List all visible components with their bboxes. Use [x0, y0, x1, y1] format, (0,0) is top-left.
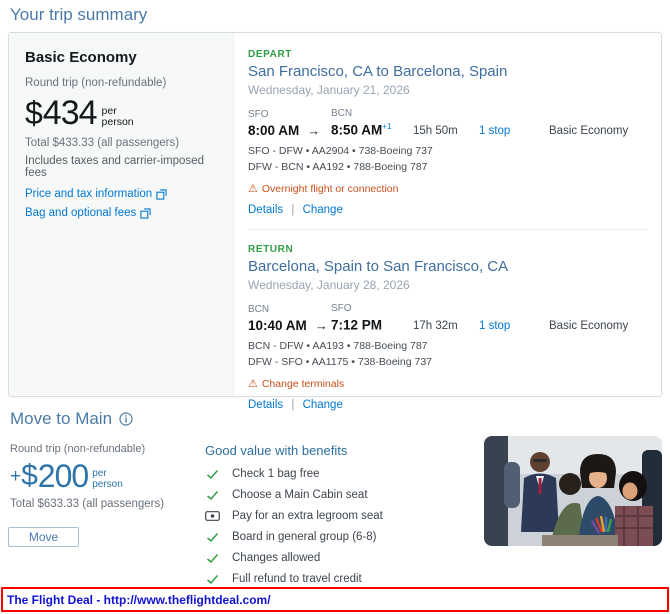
price-amount: 434: [42, 94, 98, 132]
upsell-price: + $ 200 per person: [10, 458, 205, 494]
benefit-item: Check 1 bag free: [205, 468, 472, 480]
fare-includes-note: Includes taxes and carrier-imposed fees: [25, 155, 204, 180]
fare-panel: Basic Economy Round trip (non-refundable…: [9, 33, 234, 396]
flights-panel: DEPART San Francisco, CA to Barcelona, S…: [234, 33, 661, 411]
flight-deal-link[interactable]: The Flight Deal - http://www.theflightde…: [7, 593, 271, 607]
info-icon[interactable]: [119, 412, 133, 426]
cabin-name: Basic Economy: [549, 124, 629, 137]
slice-direction-label: RETURN: [248, 244, 294, 256]
move-to-main-section: Move to Main Round trip (non-refundable)…: [8, 409, 662, 594]
flight-warning: ⚠ Overnight flight or connection: [248, 182, 399, 196]
arrive-time: 8:50 AM: [331, 122, 383, 138]
arrive-airport-code: SFO: [331, 303, 352, 315]
plus-sign: +: [10, 466, 22, 487]
stops-link[interactable]: 1 stop: [479, 320, 510, 332]
segment-list: SFO - DFW • AA2904 • 738-Boeing 737 DFW …: [248, 143, 647, 176]
flight-slice-depart: DEPART San Francisco, CA to Barcelona, S…: [248, 49, 647, 216]
money-icon: [205, 511, 220, 521]
currency-symbol: $: [25, 95, 43, 131]
benefit-item: Full refund to travel credit: [205, 573, 472, 585]
check-icon: [207, 490, 219, 500]
benefit-item: Pay for an extra legroom seat: [205, 510, 472, 522]
popup-window-icon: [140, 208, 151, 219]
link-separator: |: [291, 204, 295, 217]
deal-banner: The Flight Deal - http://www.theflightde…: [1, 587, 669, 612]
benefit-item: Changes allowed: [205, 552, 472, 564]
slice-date: Wednesday, January 21, 2026: [248, 83, 410, 97]
per-person-label: per person: [92, 468, 123, 490]
slice-date: Wednesday, January 28, 2026: [248, 278, 410, 293]
check-icon: [207, 469, 219, 479]
currency-symbol: $: [21, 459, 38, 492]
arrow-right-icon: →: [314, 317, 328, 333]
segment-line: SFO - DFW • AA2904 • 738-Boeing 737: [248, 144, 433, 157]
flight-summary-row: SFO 8:00 AM → BCN 8:50 AM+1 15h 50m 1 sto…: [248, 108, 647, 138]
cabin-photo: [484, 436, 662, 546]
flight-duration: 15h 50m: [413, 124, 458, 137]
benefits-panel: Good value with benefits Check 1 bag fre…: [205, 443, 472, 594]
benefits-title: Good value with benefits: [205, 443, 348, 458]
depart-time: 10:40 AM: [248, 317, 307, 333]
slice-divider: [248, 229, 647, 231]
warning-icon: ⚠: [248, 182, 258, 195]
depart-airport-code: SFO: [248, 108, 269, 120]
move-button[interactable]: Move: [8, 527, 79, 548]
trip-summary-card: Basic Economy Round trip (non-refundable…: [8, 32, 662, 411]
fare-name: Basic Economy: [25, 49, 137, 66]
segment-line: BCN - DFW • AA193 • 788-Boeing 787: [248, 339, 428, 352]
upsell-total: Total $633.33 (all passengers): [10, 498, 165, 511]
flight-warning: ⚠ Change terminals: [248, 377, 345, 391]
segment-line: DFW - SFO • AA1175 • 738-Boeing 737: [248, 355, 432, 368]
check-icon: [207, 553, 219, 563]
details-link[interactable]: Details: [248, 204, 283, 216]
popup-window-icon: [156, 189, 167, 200]
arrive-airport-code: BCN: [331, 108, 353, 119]
segment-list: BCN - DFW • AA193 • 788-Boeing 787 DFW -…: [248, 338, 647, 371]
fare-price: $ 434 per person: [25, 94, 217, 132]
per-person-label: per person: [101, 105, 134, 129]
slice-route: San Francisco, CA to Barcelona, Spain: [248, 63, 508, 80]
benefit-item: Choose a Main Cabin seat: [205, 489, 472, 501]
check-icon: [207, 574, 219, 584]
upsell-price-panel: Round trip (non-refundable) + $ 200 per …: [8, 443, 205, 594]
cabin-name: Basic Economy: [549, 319, 629, 332]
check-icon: [207, 532, 219, 542]
benefit-item: Board in general group (6-8): [205, 531, 472, 543]
price-amount: 200: [37, 458, 89, 494]
cabin-photo-illustration: [484, 436, 662, 546]
fare-trip-type: Round trip (non-refundable): [25, 77, 167, 89]
segment-line: DFW - BCN • AA192 • 788-Boeing 787: [248, 160, 428, 173]
bag-optional-fees-link[interactable]: Bag and optional fees: [25, 207, 136, 219]
warning-icon: ⚠: [248, 377, 258, 390]
stops-link[interactable]: 1 stop: [479, 125, 510, 137]
arrow-right-icon: →: [307, 122, 321, 138]
flight-slice-return: RETURN Barcelona, Spain to San Francisco…: [248, 244, 647, 411]
flight-duration: 17h 32m: [413, 319, 458, 332]
page-title: Your trip summary: [10, 5, 148, 24]
upsell-title: Move to Main: [10, 409, 113, 428]
flight-summary-row: BCN 10:40 AM → SFO 7:12 PM 17h 32m 1 stop…: [248, 303, 647, 333]
arrive-time: 7:12 PM: [331, 317, 383, 333]
depart-airport-code: BCN: [248, 303, 270, 315]
slice-route: Barcelona, Spain to San Francisco, CA: [248, 258, 509, 276]
slice-direction-label: DEPART: [248, 49, 292, 60]
price-tax-info-link[interactable]: Price and tax information: [25, 188, 152, 200]
fare-total: Total $433.33 (all passengers): [25, 137, 180, 150]
upsell-trip-type: Round trip (non-refundable): [10, 443, 146, 455]
change-link[interactable]: Change: [303, 204, 343, 216]
next-day-indicator: +1: [382, 122, 392, 131]
depart-time: 8:00 AM: [248, 122, 300, 138]
